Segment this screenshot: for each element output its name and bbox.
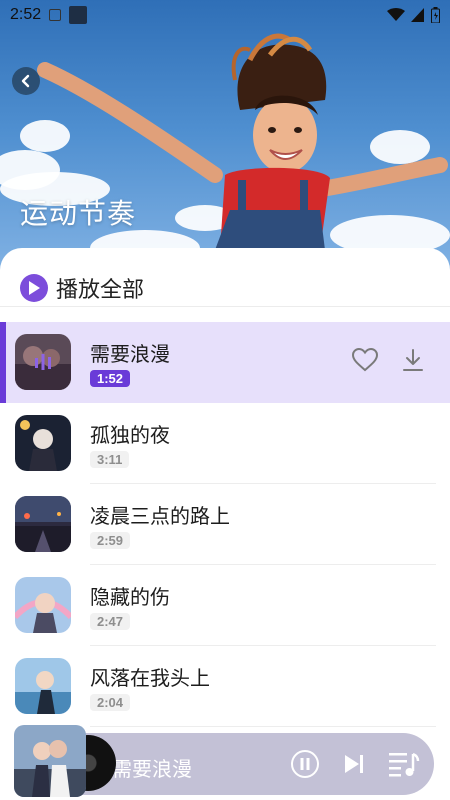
song-duration: 2:47	[90, 613, 131, 630]
mini-player-cover	[14, 725, 116, 797]
skip-next-icon[interactable]	[342, 752, 366, 776]
play-all-label: 播放全部	[56, 278, 145, 303]
playlist-title: 运动节奏	[20, 197, 137, 230]
signal-icon	[411, 8, 424, 22]
song-row[interactable]: 隐藏的伤 2:47	[0, 565, 450, 646]
song-duration: 2:04	[90, 694, 131, 711]
playlist-icon[interactable]	[388, 750, 420, 778]
song-actions	[352, 348, 424, 372]
song-title: 隐藏的伤	[90, 585, 170, 609]
back-button[interactable]	[12, 67, 40, 95]
song-cover	[15, 334, 71, 390]
heart-icon[interactable]	[352, 348, 378, 372]
status-bar: 2:52	[0, 0, 450, 30]
song-cover	[15, 658, 71, 714]
song-row[interactable]: 凌晨三点的路上 2:59	[0, 484, 450, 565]
song-duration: 1:52	[90, 370, 131, 387]
song-row[interactable]: 孤独的夜 3:11	[0, 403, 450, 484]
song-cover	[15, 496, 71, 552]
now-playing-icon	[15, 334, 71, 390]
song-cover	[15, 415, 71, 471]
song-cover	[15, 577, 71, 633]
song-title: 凌晨三点的路上	[90, 504, 230, 528]
app-notification-icon	[49, 9, 62, 21]
play-icon	[20, 274, 48, 302]
song-list: 需要浪漫 1:52 孤独的夜 3:11 凌晨三点的路上 2:59 隐藏的伤 2:…	[0, 322, 450, 727]
download-icon[interactable]	[402, 348, 424, 372]
song-row[interactable]: 需要浪漫 1:52	[0, 322, 450, 403]
song-title: 需要浪漫	[90, 342, 170, 366]
play-all-button[interactable]: 播放全部	[20, 272, 144, 304]
song-duration: 2:59	[90, 532, 131, 549]
media-notification-icon	[69, 6, 88, 24]
song-title: 孤独的夜	[90, 423, 170, 447]
mini-player-artwork	[14, 725, 86, 797]
hero-banner: 2:52 运动节奏	[0, 0, 450, 290]
status-time: 2:52	[10, 6, 42, 23]
jumping-person-illustration	[37, 33, 448, 250]
battery-icon	[431, 7, 440, 23]
song-duration: 3:11	[90, 451, 130, 468]
mini-player-title: 需要浪漫	[112, 757, 192, 781]
divider	[0, 306, 450, 307]
chevron-left-icon	[21, 74, 30, 88]
wifi-icon	[387, 8, 405, 21]
row-divider	[90, 726, 436, 727]
pause-icon[interactable]	[290, 749, 320, 779]
song-row[interactable]: 风落在我头上 2:04	[0, 646, 450, 727]
mini-player-controls	[290, 749, 420, 779]
song-title: 风落在我头上	[90, 666, 210, 690]
